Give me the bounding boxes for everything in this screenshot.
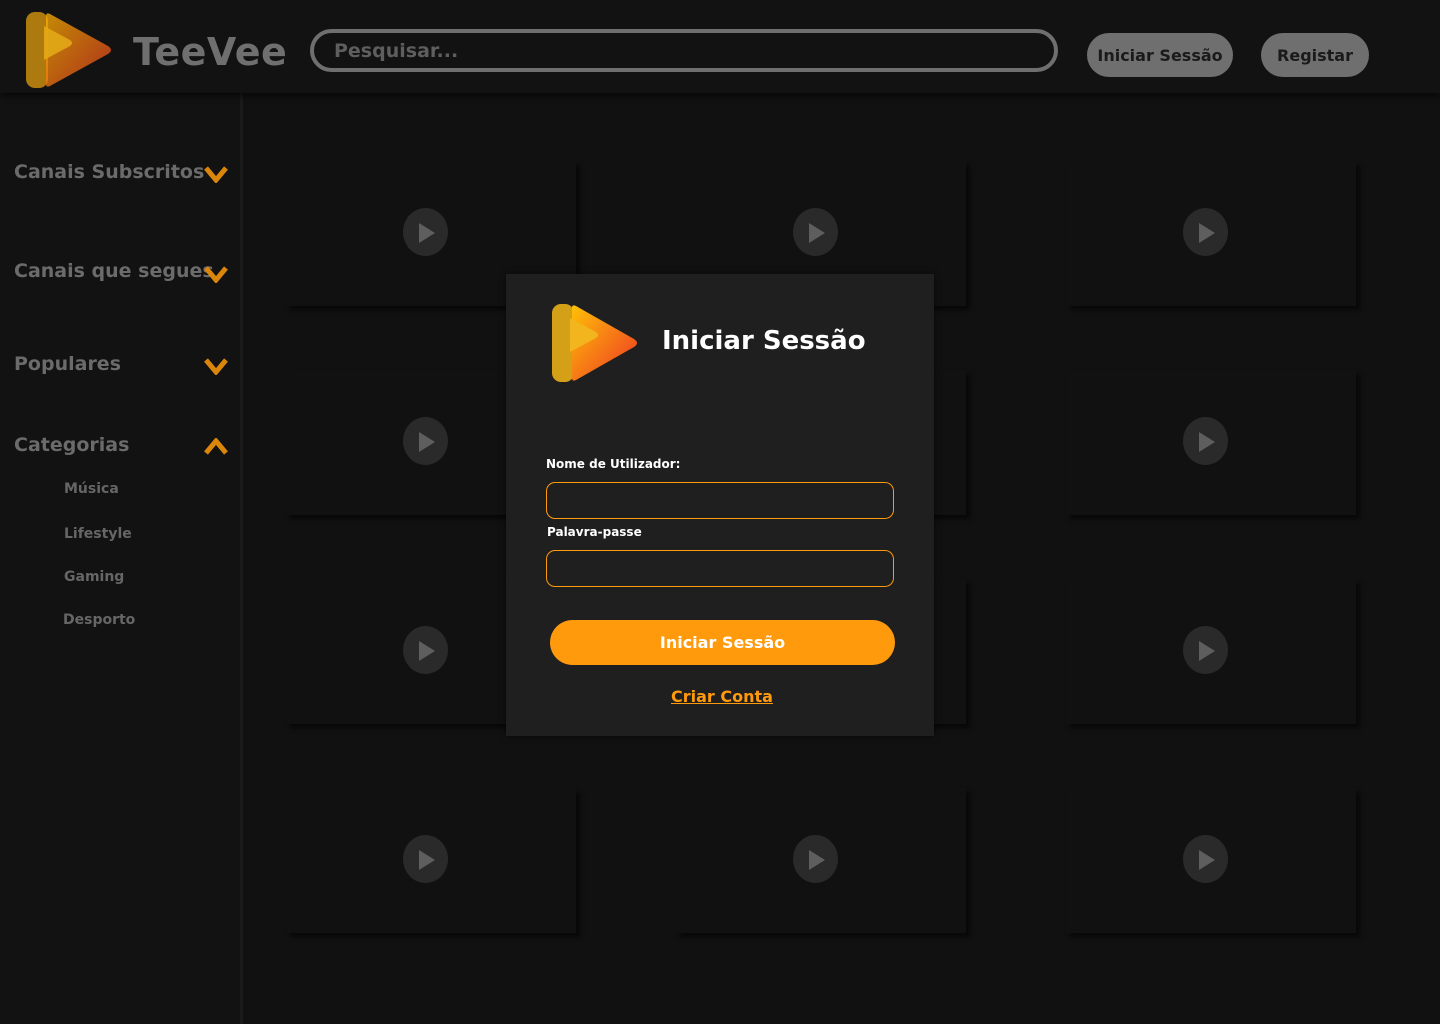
chevron-down-icon[interactable] [204, 357, 228, 375]
header-register-button[interactable]: Registar [1261, 33, 1369, 77]
header-login-button[interactable]: Iniciar Sessão [1087, 33, 1233, 77]
play-icon[interactable] [793, 208, 838, 256]
category-item-lifestyle[interactable]: Lifestyle [64, 526, 132, 542]
teevee-logo [552, 304, 637, 382]
password-label: Palavra-passe [547, 525, 642, 539]
username-field[interactable] [546, 482, 894, 519]
play-icon[interactable] [1183, 417, 1228, 465]
play-icon[interactable] [403, 208, 448, 256]
login-submit-button[interactable]: Iniciar Sessão [550, 620, 895, 665]
sidebar-section-categories[interactable]: Categorias [14, 434, 129, 456]
brand-name: TeeVee [133, 30, 288, 74]
sidebar-section-following[interactable]: Canais que segues [14, 260, 214, 282]
sidebar-section-subscribed[interactable]: Canais Subscritos [14, 161, 204, 183]
search-input[interactable] [310, 29, 1058, 72]
chevron-down-icon[interactable] [204, 265, 228, 283]
category-item-desporto[interactable]: Desporto [63, 612, 135, 628]
create-account-link[interactable]: Criar Conta [506, 687, 938, 706]
play-icon[interactable] [1183, 208, 1228, 256]
sidebar: Canais Subscritos Canais que segues Popu… [0, 93, 243, 1024]
top-bar: TeeVee Iniciar Sessão Registar [0, 0, 1440, 93]
play-icon[interactable] [403, 626, 448, 674]
play-icon[interactable] [403, 835, 448, 883]
password-field[interactable] [546, 550, 894, 587]
login-modal: Iniciar Sessão Nome de Utilizador: Palav… [506, 274, 934, 736]
chevron-up-icon[interactable] [204, 438, 228, 456]
play-icon[interactable] [793, 835, 838, 883]
sidebar-section-popular[interactable]: Populares [14, 353, 121, 375]
chevron-down-icon[interactable] [204, 165, 228, 183]
play-icon[interactable] [403, 417, 448, 465]
play-icon[interactable] [1183, 626, 1228, 674]
username-label: Nome de Utilizador: [546, 457, 681, 471]
play-icon[interactable] [1183, 835, 1228, 883]
category-item-musica[interactable]: Música [64, 481, 119, 497]
teevee-logo[interactable] [24, 10, 114, 90]
category-item-gaming[interactable]: Gaming [64, 569, 124, 585]
modal-title: Iniciar Sessão [662, 326, 866, 356]
